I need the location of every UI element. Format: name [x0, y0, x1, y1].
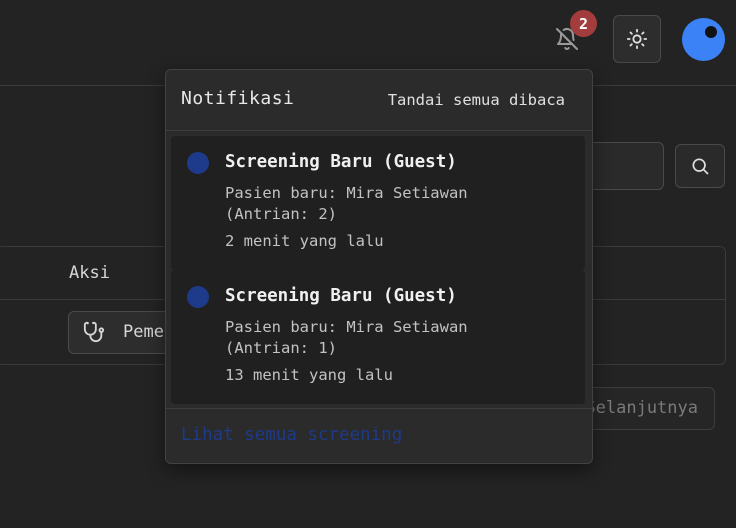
sun-icon	[626, 28, 648, 50]
notification-item-time: 13 menit yang lalu	[225, 366, 393, 384]
stethoscope-icon	[83, 321, 105, 343]
theme-toggle-button[interactable]	[613, 15, 661, 63]
search-button[interactable]	[675, 144, 725, 188]
mark-all-read-button[interactable]: Tandai semua dibaca	[388, 91, 565, 109]
unread-indicator-dot	[187, 152, 209, 174]
notification-item[interactable]: Screening Baru (Guest) Pasien baru: Mira…	[171, 270, 585, 404]
avatar-status-dot	[705, 26, 717, 38]
search-icon	[692, 158, 709, 175]
unread-indicator-dot	[187, 286, 209, 308]
notification-item-title: Screening Baru (Guest)	[225, 286, 457, 306]
notification-item-message: Pasien baru: Mira Setiawan (Antrian: 2)	[225, 184, 468, 223]
notification-header: Notifikasi Tandai semua dibaca	[166, 70, 592, 131]
notification-item-time: 2 menit yang lalu	[225, 232, 384, 250]
notification-item[interactable]: Screening Baru (Guest) Pasien baru: Mira…	[171, 136, 585, 270]
next-page-label: Selanjutnya	[585, 398, 698, 418]
notification-dropdown: Notifikasi Tandai semua dibaca Screening…	[165, 69, 593, 464]
see-all-screening-link[interactable]: Lihat semua screening	[181, 425, 402, 445]
notification-item-message: Pasien baru: Mira Setiawan (Antrian: 1)	[225, 318, 468, 357]
user-avatar[interactable]	[682, 18, 725, 61]
notification-count-badge: 2	[570, 10, 597, 37]
notification-title: Notifikasi	[181, 88, 295, 109]
notification-item-title: Screening Baru (Guest)	[225, 152, 457, 172]
notification-footer: Lihat semua screening	[166, 408, 592, 463]
column-header-aksi: Aksi	[69, 263, 110, 283]
